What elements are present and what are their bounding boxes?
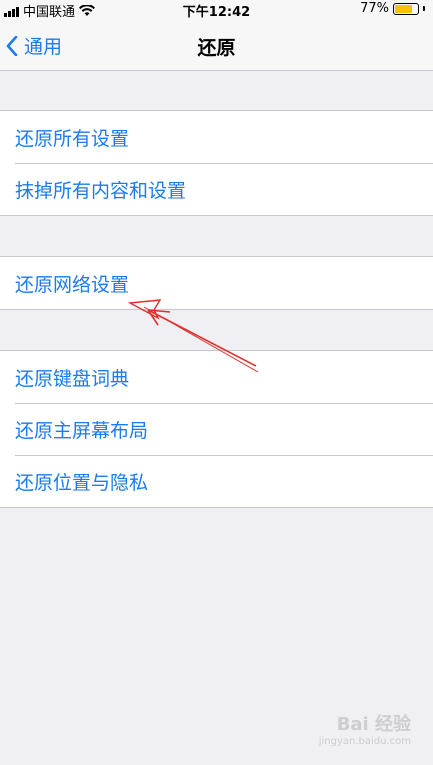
status-bar: 中国联通 下午12:42 77% [0,0,433,20]
reset-home-screen-layout-button[interactable]: 还原主屏幕布局 [0,403,433,455]
watermark-url: jingyan.baidu.com [318,736,411,747]
reset-network-settings-button[interactable]: 还原网络设置 [0,257,433,309]
battery-icon [393,2,419,15]
baidu-watermark: Bai 经验 jingyan.baidu.com [319,710,411,747]
battery-percent: 77% [360,1,389,16]
status-right: 77% [360,1,425,16]
battery-cap [423,6,425,11]
battery-level-fill [395,4,412,13]
reset-group-2: 还原网络设置 [0,256,433,310]
navigation-bar: 通用 还原 [0,20,433,71]
reset-keyboard-dictionary-button[interactable]: 还原键盘词典 [0,351,433,403]
reset-group-1: 还原所有设置 抹掉所有内容和设置 [0,110,433,216]
page-title: 还原 [197,37,236,59]
reset-location-privacy-button[interactable]: 还原位置与隐私 [0,455,433,507]
reset-all-settings-button[interactable]: 还原所有设置 [0,111,433,163]
reset-group-3: 还原键盘词典 还原主屏幕布局 还原位置与隐私 [0,350,433,508]
watermark-brand: Bai 经验 [336,714,411,735]
erase-all-content-button[interactable]: 抹掉所有内容和设置 [0,163,433,215]
